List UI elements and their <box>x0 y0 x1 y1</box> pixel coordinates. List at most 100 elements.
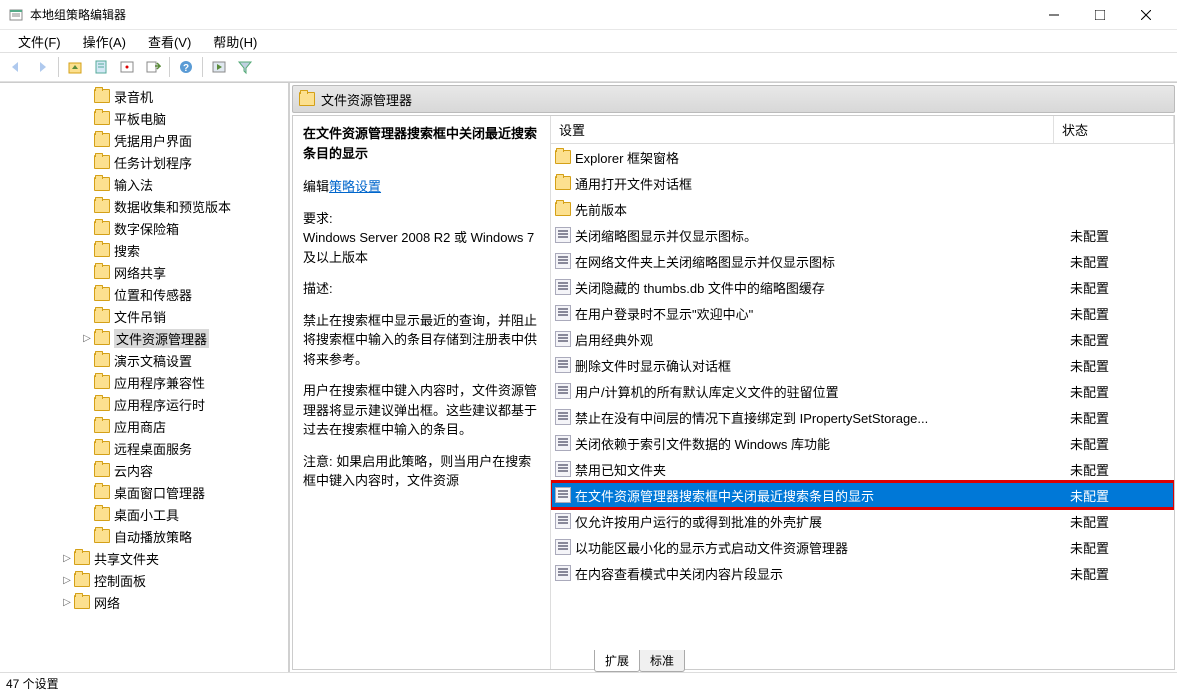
tree-item-桌面小工具[interactable]: 桌面小工具 <box>0 503 288 525</box>
list-row[interactable]: 关闭依赖于索引文件数据的 Windows 库功能未配置 <box>551 430 1174 456</box>
export-button[interactable] <box>141 55 165 79</box>
expand-arrow-icon[interactable]: ▷ <box>60 597 74 608</box>
folder-icon <box>94 133 110 147</box>
refresh-button[interactable] <box>115 55 139 79</box>
folder-icon <box>94 221 110 235</box>
expand-arrow-icon[interactable]: ▷ <box>80 333 94 344</box>
list-row[interactable]: 在网络文件夹上关闭缩略图显示并仅显示图标未配置 <box>551 248 1174 274</box>
tree-item-数字保险箱[interactable]: 数字保险箱 <box>0 217 288 239</box>
setting-icon <box>555 227 571 243</box>
close-button[interactable] <box>1123 0 1169 30</box>
tree-item-搜索[interactable]: 搜索 <box>0 239 288 261</box>
tree-item-云内容[interactable]: 云内容 <box>0 459 288 481</box>
tree-item-演示文稿设置[interactable]: 演示文稿设置 <box>0 349 288 371</box>
main: 录音机平板电脑凭据用户界面任务计划程序输入法数据收集和预览版本数字保险箱搜索网络… <box>0 82 1177 672</box>
tree-item-平板电脑[interactable]: 平板电脑 <box>0 107 288 129</box>
tree-item-label: 搜索 <box>114 241 140 260</box>
edit-policy-link[interactable]: 策略设置 <box>329 179 381 194</box>
play-button[interactable] <box>207 55 231 79</box>
folder-icon <box>94 397 110 411</box>
row-state: 未配置 <box>1070 564 1174 583</box>
tree-item-凭据用户界面[interactable]: 凭据用户界面 <box>0 129 288 151</box>
tree-item-控制面板[interactable]: ▷控制面板 <box>0 569 288 591</box>
tree-item-桌面窗口管理器[interactable]: 桌面窗口管理器 <box>0 481 288 503</box>
row-name: Explorer 框架窗格 <box>575 148 1070 167</box>
tree-item-应用商店[interactable]: 应用商店 <box>0 415 288 437</box>
tab-standard[interactable]: 标准 <box>639 650 685 672</box>
filter-button[interactable] <box>233 55 257 79</box>
menu-view[interactable]: 查看(V) <box>138 30 201 53</box>
list-body[interactable]: Explorer 框架窗格通用打开文件对话框先前版本关闭缩略图显示并仅显示图标。… <box>551 144 1174 669</box>
status-text: 47 个设置 <box>6 677 59 691</box>
folder-icon <box>555 202 571 216</box>
row-state: 未配置 <box>1070 486 1174 505</box>
minimize-button[interactable] <box>1031 0 1077 30</box>
list-row[interactable]: 禁用已知文件夹未配置 <box>551 456 1174 482</box>
expand-arrow-icon[interactable]: ▷ <box>60 575 74 586</box>
tree-item-文件吊销[interactable]: 文件吊销 <box>0 305 288 327</box>
tree-item-网络[interactable]: ▷网络 <box>0 591 288 613</box>
list-row[interactable]: 删除文件时显示确认对话框未配置 <box>551 352 1174 378</box>
tree-item-label: 应用程序运行时 <box>114 395 205 414</box>
folder-icon <box>94 375 110 389</box>
list-row[interactable]: 通用打开文件对话框 <box>551 170 1174 196</box>
tree-item-label: 自动播放策略 <box>114 527 192 546</box>
tree-item-文件资源管理器[interactable]: ▷文件资源管理器 <box>0 327 288 349</box>
maximize-button[interactable] <box>1077 0 1123 30</box>
list-row[interactable]: 仅允许按用户运行的或得到批准的外壳扩展未配置 <box>551 508 1174 534</box>
tree-item-输入法[interactable]: 输入法 <box>0 173 288 195</box>
row-state: 未配置 <box>1070 278 1174 297</box>
list-row[interactable]: 启用经典外观未配置 <box>551 326 1174 352</box>
list-row[interactable]: 先前版本 <box>551 196 1174 222</box>
tree-item-位置和传感器[interactable]: 位置和传感器 <box>0 283 288 305</box>
expand-arrow-icon[interactable]: ▷ <box>60 553 74 564</box>
back-button[interactable] <box>4 55 28 79</box>
list-row[interactable]: 在内容查看模式中关闭内容片段显示未配置 <box>551 560 1174 586</box>
row-state: 未配置 <box>1070 460 1174 479</box>
tree-item-数据收集和预览版本[interactable]: 数据收集和预览版本 <box>0 195 288 217</box>
col-state[interactable]: 状态 <box>1054 116 1174 143</box>
menu-action[interactable]: 操作(A) <box>73 30 136 53</box>
row-name: 在网络文件夹上关闭缩略图显示并仅显示图标 <box>575 252 1070 271</box>
tree-item-应用程序兼容性[interactable]: 应用程序兼容性 <box>0 371 288 393</box>
menu-file[interactable]: 文件(F) <box>8 30 71 53</box>
list-row[interactable]: 关闭隐藏的 thumbs.db 文件中的缩略图缓存未配置 <box>551 274 1174 300</box>
setting-icon <box>555 253 571 269</box>
col-name[interactable]: 设置 <box>551 116 1054 143</box>
tree-item-网络共享[interactable]: 网络共享 <box>0 261 288 283</box>
setting-icon <box>555 357 571 373</box>
list-row[interactable]: 用户/计算机的所有默认库定义文件的驻留位置未配置 <box>551 378 1174 404</box>
window-controls <box>1031 0 1169 30</box>
right-header-title: 文件资源管理器 <box>321 90 412 109</box>
properties-button[interactable] <box>89 55 113 79</box>
list-header: 设置 状态 <box>551 116 1174 144</box>
tab-extended[interactable]: 扩展 <box>594 650 640 672</box>
list-row[interactable]: 关闭缩略图显示并仅显示图标。未配置 <box>551 222 1174 248</box>
tree-item-自动播放策略[interactable]: 自动播放策略 <box>0 525 288 547</box>
description-panel: 在文件资源管理器搜索框中关闭最近搜索条目的显示 编辑策略设置 要求:Window… <box>293 116 551 669</box>
edit-prefix: 编辑 <box>303 179 329 194</box>
tree-item-录音机[interactable]: 录音机 <box>0 85 288 107</box>
up-button[interactable] <box>63 55 87 79</box>
tree-item-label: 平板电脑 <box>114 109 166 128</box>
list-row[interactable]: 以功能区最小化的显示方式启动文件资源管理器未配置 <box>551 534 1174 560</box>
list-row[interactable]: Explorer 框架窗格 <box>551 144 1174 170</box>
forward-button[interactable] <box>30 55 54 79</box>
list-row[interactable]: 在用户登录时不显示"欢迎中心"未配置 <box>551 300 1174 326</box>
setting-icon <box>555 435 571 451</box>
tree-item-应用程序运行时[interactable]: 应用程序运行时 <box>0 393 288 415</box>
row-name: 关闭缩略图显示并仅显示图标。 <box>575 226 1070 245</box>
help-button[interactable]: ? <box>174 55 198 79</box>
right-panel: 文件资源管理器 在文件资源管理器搜索框中关闭最近搜索条目的显示 编辑策略设置 要… <box>290 83 1177 672</box>
folder-icon <box>74 595 90 609</box>
tree-item-label: 桌面窗口管理器 <box>114 483 205 502</box>
list-row[interactable]: 在文件资源管理器搜索框中关闭最近搜索条目的显示未配置 <box>551 482 1174 508</box>
menu-help[interactable]: 帮助(H) <box>203 30 267 53</box>
tree-item-任务计划程序[interactable]: 任务计划程序 <box>0 151 288 173</box>
tree-item-远程桌面服务[interactable]: 远程桌面服务 <box>0 437 288 459</box>
list-row[interactable]: 禁止在没有中间层的情况下直接绑定到 IPropertySetStorage...… <box>551 404 1174 430</box>
folder-icon <box>94 265 110 279</box>
row-state: 未配置 <box>1070 356 1174 375</box>
row-state: 未配置 <box>1070 408 1174 427</box>
tree-item-共享文件夹[interactable]: ▷共享文件夹 <box>0 547 288 569</box>
